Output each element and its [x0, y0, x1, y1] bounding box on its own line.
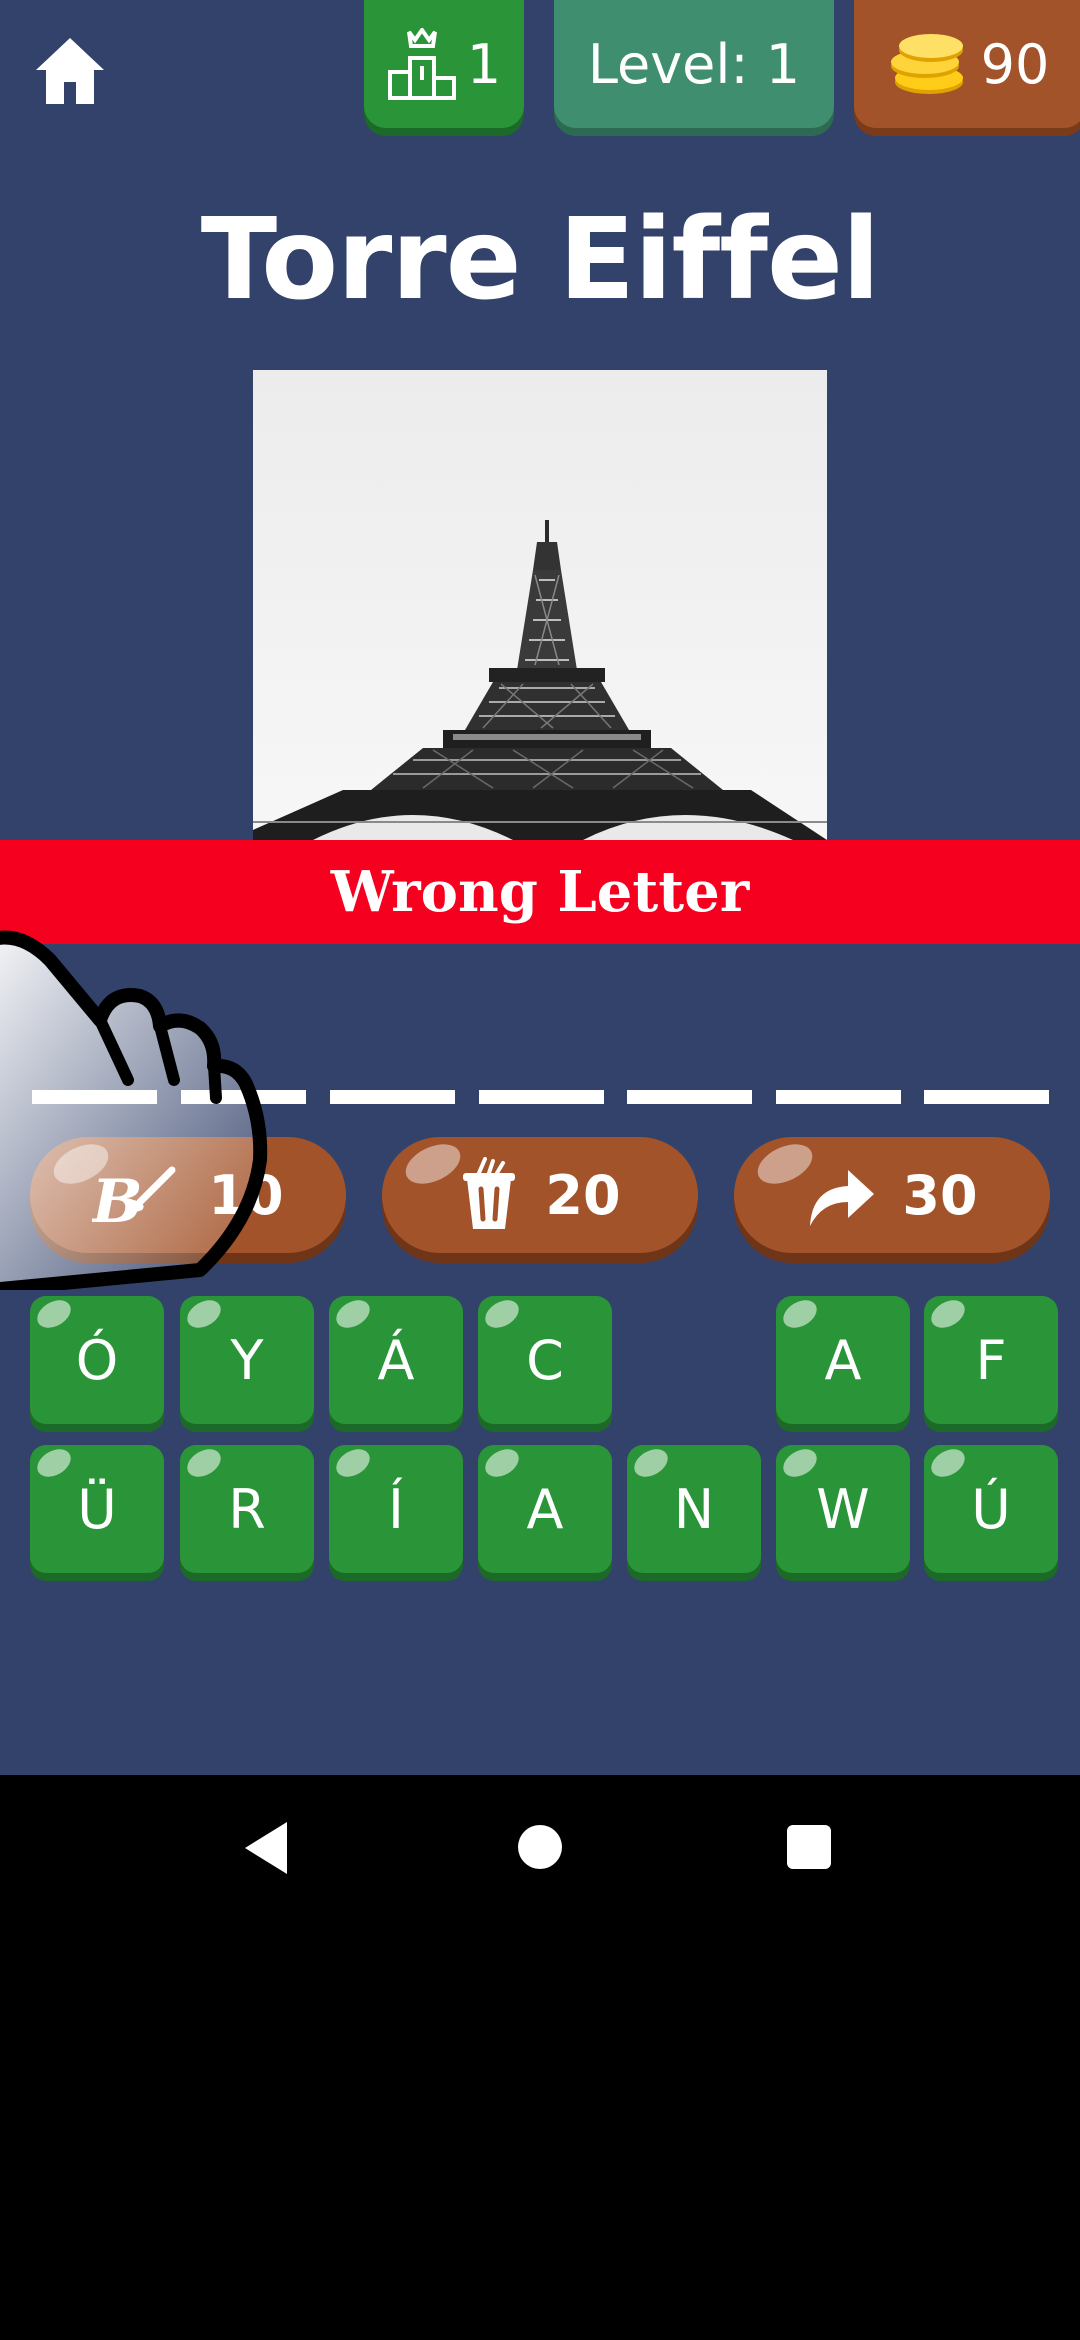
hint-cost: 10 [208, 1163, 284, 1227]
reveal-letter-brush-icon: B [92, 1166, 176, 1230]
podium-trophy-icon [387, 28, 456, 100]
answer-slot[interactable] [627, 1090, 752, 1104]
letter-key[interactable]: Ú [924, 1445, 1058, 1573]
letter-key[interactable]: A [478, 1445, 612, 1573]
skip-level-hint-button[interactable]: 30 [734, 1137, 1050, 1253]
letter-key[interactable]: Ü [30, 1445, 164, 1573]
eiffel-tower-photo [253, 370, 827, 840]
skip-arrow-icon [810, 1170, 875, 1226]
answer-slot[interactable] [330, 1090, 455, 1104]
hint-cost: 20 [545, 1163, 621, 1227]
letter-key[interactable]: W [776, 1445, 910, 1573]
answer-slot[interactable] [924, 1090, 1049, 1104]
letter-key[interactable]: Í [329, 1445, 463, 1573]
letter-key[interactable]: A [776, 1296, 910, 1424]
feedback-message: Wrong Letter [330, 859, 750, 925]
answer-slot[interactable] [479, 1090, 604, 1104]
level-text: Level: 1 [587, 32, 801, 96]
wrong-letter-banner: Wrong Letter [0, 840, 1080, 944]
letter-key[interactable]: R [180, 1445, 314, 1573]
answer-slot[interactable] [181, 1090, 306, 1104]
level-indicator: Level: 1 [554, 0, 834, 128]
coins-button[interactable]: 90 [854, 0, 1080, 128]
answer-slot[interactable] [776, 1090, 901, 1104]
letter-key[interactable]: F [924, 1296, 1058, 1424]
back-triangle-icon[interactable] [243, 1820, 289, 1876]
button-shine [399, 1137, 467, 1192]
leaderboard-button[interactable]: 1 [364, 0, 524, 128]
letter-key[interactable]: C [478, 1296, 612, 1424]
recents-square-icon[interactable] [787, 1825, 831, 1869]
home-icon[interactable] [30, 30, 110, 110]
remove-letters-bin-icon [463, 1157, 516, 1229]
coins-value: 90 [980, 32, 1050, 96]
letter-key[interactable]: Y [180, 1296, 314, 1424]
letter-key[interactable]: N [627, 1445, 761, 1573]
answer-slot[interactable] [32, 1090, 157, 1104]
reveal-letter-hint-button[interactable]: B 10 [30, 1137, 346, 1253]
game-screen: 1 Level: 1 90 Torre Eiffel Wrong Letter … [0, 0, 1080, 1775]
svg-text:B: B [92, 1167, 143, 1230]
home-circle-icon[interactable] [518, 1825, 562, 1869]
rank-value: 1 [466, 32, 502, 96]
gold-coins-icon [890, 34, 963, 94]
question-title: Torre Eiffel [200, 195, 881, 325]
letter-key[interactable]: Ó [30, 1296, 164, 1424]
hint-cost: 30 [902, 1163, 978, 1227]
letter-key[interactable]: Á [329, 1296, 463, 1424]
remove-letters-hint-button[interactable]: 20 [382, 1137, 698, 1253]
